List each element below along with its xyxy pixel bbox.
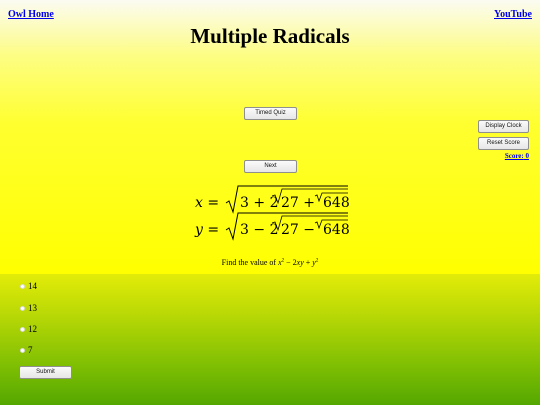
equation-x-inner: 27 + xyxy=(281,195,315,211)
radio-button[interactable] xyxy=(20,305,25,311)
answer-option-3[interactable]: 12 xyxy=(20,323,37,335)
equation-y-op2: − xyxy=(303,222,316,238)
option-label: 12 xyxy=(28,324,37,334)
prompt-exponent-2: 2 xyxy=(315,258,319,264)
equation-y-term-b: 27 xyxy=(281,222,299,238)
option-label: 13 xyxy=(28,303,37,313)
score-value: 0 xyxy=(525,152,530,160)
score-display[interactable]: Score: 0 xyxy=(505,152,529,160)
equation-x-innermost: 648 xyxy=(323,195,350,211)
equation-x-op2: + xyxy=(303,195,316,211)
equation-x-equals: = xyxy=(207,195,220,211)
option-label: 14 xyxy=(28,281,37,291)
answer-option-2[interactable]: 13 xyxy=(20,302,37,314)
score-label: Score: xyxy=(504,152,524,160)
equation-y-variable: y xyxy=(195,222,203,238)
equation-x-variable: x xyxy=(195,195,203,211)
answer-panel xyxy=(0,274,540,405)
display-clock-button[interactable]: Display Clock xyxy=(478,120,529,133)
radio-button[interactable] xyxy=(20,283,25,289)
equation-x-term-a: 3 xyxy=(240,195,249,211)
equation-x-op1: + xyxy=(253,195,266,211)
equation-x-radicand: 3 + 2 xyxy=(240,195,278,211)
equation-y-inner: 27 − xyxy=(281,222,315,238)
timed-quiz-button[interactable]: Timed Quiz xyxy=(244,107,297,120)
answer-option-1[interactable]: 14 xyxy=(20,280,37,292)
page-title: Multiple Radicals xyxy=(190,24,350,48)
answer-option-4[interactable]: 7 xyxy=(20,344,33,356)
equation-x-term-b: 27 xyxy=(281,195,299,211)
equation-y-radicand: 3 − 2 xyxy=(240,222,278,238)
owl-home-link[interactable]: Owl Home xyxy=(8,9,54,20)
option-label: 7 xyxy=(28,345,33,355)
equation-y-term-c: 648 xyxy=(323,222,350,238)
prompt-xy: xy xyxy=(296,258,304,267)
prompt-plus: + xyxy=(303,258,313,267)
submit-button[interactable]: Submit xyxy=(19,366,72,379)
equation-y-term-a: 3 xyxy=(240,222,249,238)
equation-y-innermost: 648 xyxy=(323,222,350,238)
equation-x-coef: 2 xyxy=(269,195,279,211)
question-prompt: Find the value of x2 − 2xy + y2 xyxy=(0,258,540,267)
equation-y-op1: − xyxy=(253,222,266,238)
equation-x-lhs: x = xyxy=(195,195,219,211)
radio-button[interactable] xyxy=(20,326,25,332)
equation-y-lhs: y = xyxy=(195,222,219,238)
reset-score-button[interactable]: Reset Score xyxy=(478,137,529,150)
radio-button[interactable] xyxy=(20,347,25,353)
equation-x-term-c: 648 xyxy=(323,195,350,211)
prompt-mid: − 2 xyxy=(284,258,297,267)
next-button[interactable]: Next xyxy=(244,160,297,173)
youtube-link[interactable]: YouTube xyxy=(494,9,532,20)
equation-y-coef: 2 xyxy=(269,222,279,238)
prompt-text: Find the value of xyxy=(221,258,279,267)
equation-y-equals: = xyxy=(207,222,220,238)
